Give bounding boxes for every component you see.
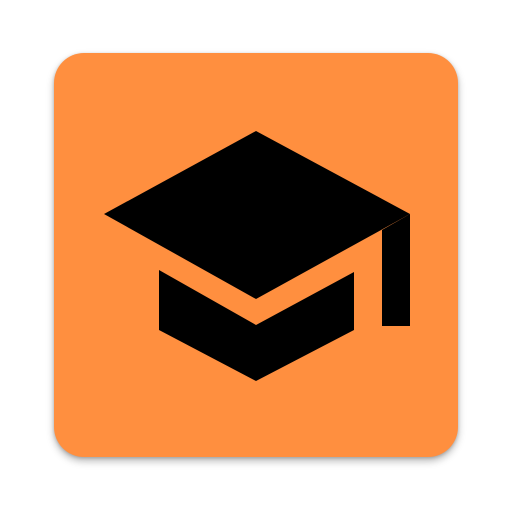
cap-board [104,131,410,299]
cap-tassel [382,214,410,326]
app-icon-canvas [0,0,512,512]
graduation-cap-icon [104,131,410,381]
